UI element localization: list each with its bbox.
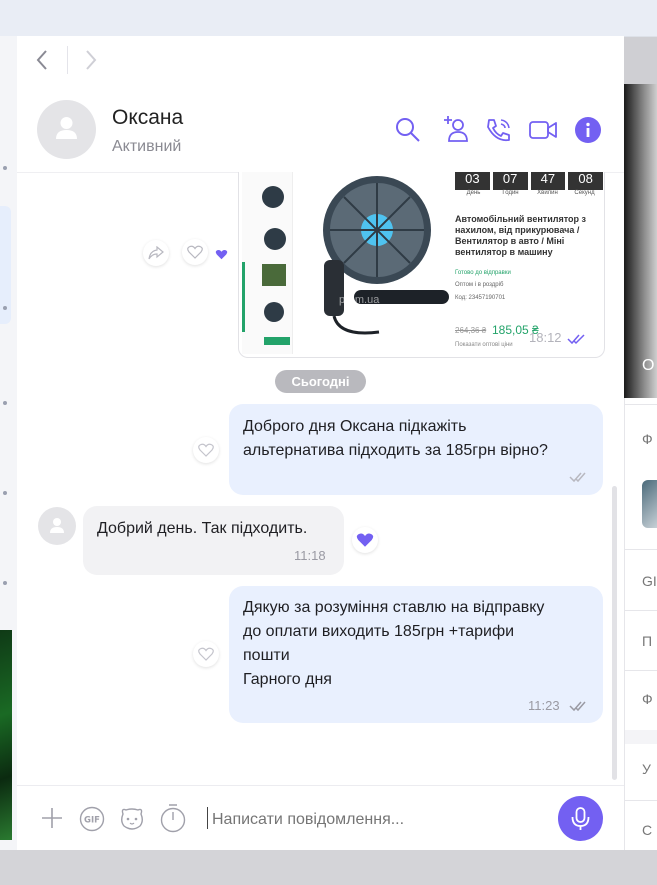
thumbnail: [264, 228, 286, 250]
plus-icon[interactable]: [41, 807, 63, 834]
divider: [625, 800, 657, 801]
list-dot: [3, 306, 7, 310]
info-panel-item[interactable]: Ф: [642, 691, 653, 707]
old-price: 264,36 ₴: [455, 326, 487, 335]
svg-text:GIF: GIF: [84, 816, 100, 826]
timer-seconds: 08: [568, 172, 603, 190]
timer-label: Хвилин: [537, 190, 558, 196]
user-icon: [56, 117, 77, 139]
user-icon: [50, 518, 64, 533]
nav-divider: [67, 46, 68, 74]
message-text: Дякую за розуміння ставлю на відправку д…: [243, 599, 545, 688]
date-separator: Сьогодні: [275, 370, 366, 393]
search-icon[interactable]: [394, 116, 422, 149]
product-code: Код: 23457190701: [455, 295, 506, 301]
timer-label: День: [466, 190, 481, 196]
divider: [625, 670, 657, 671]
chevron-right-icon[interactable]: [84, 49, 98, 76]
wholesale-label: Оптом і в роздріб: [455, 282, 504, 288]
heart-outline-icon: [187, 245, 203, 259]
like-button[interactable]: [193, 437, 219, 463]
sticker-icon[interactable]: [118, 805, 146, 838]
thumbnail: [262, 186, 284, 208]
product-image-message[interactable]: 03 07 47 08 День Годин Хвилин Секунд Авт…: [238, 172, 605, 358]
message-text: Доброго дня Оксана підкажіть альтернатив…: [243, 418, 548, 459]
divider: [625, 610, 657, 611]
list-dot: [3, 491, 7, 495]
taskbar-area: [0, 850, 657, 885]
sender-avatar[interactable]: [38, 507, 76, 545]
thumb-nav: [264, 337, 290, 345]
info-panel-item[interactable]: П: [642, 633, 652, 649]
navigation-bar: [17, 36, 624, 85]
read-check-icon: [567, 332, 587, 350]
heart-filled-icon: [356, 533, 374, 547]
contact-name[interactable]: Оксана: [112, 106, 183, 130]
thumbnail: [264, 302, 284, 322]
sent-check-icon: [569, 470, 587, 488]
show-wholesale-link: Показати оптові ціни: [455, 342, 513, 348]
text-cursor: [207, 807, 208, 829]
chat-list-thumbnail: [0, 630, 12, 840]
watermark: prom.ua: [339, 294, 380, 306]
product-title: Автомобільний вентилятор з нахилом, від …: [455, 214, 586, 257]
divider: [625, 404, 657, 405]
heart-outline-icon: [198, 647, 214, 661]
list-dot: [3, 581, 7, 585]
timer-label: Секунд: [574, 190, 595, 196]
info-panel-photo: O: [624, 84, 657, 398]
list-dot: [3, 166, 7, 170]
timer-label: Годин: [502, 190, 519, 196]
contact-avatar[interactable]: [37, 100, 96, 159]
message-text: Добрий день. Так підходить.: [97, 520, 308, 537]
share-arrow-icon: [148, 246, 164, 260]
info-panel-item[interactable]: У: [642, 761, 651, 777]
fan-image: [323, 176, 449, 335]
message-composer: GIF: [17, 785, 624, 851]
divider: [625, 549, 657, 550]
like-button[interactable]: [193, 641, 219, 667]
window-top-bar: [0, 0, 657, 37]
info-panel-item[interactable]: Ф: [642, 431, 653, 447]
like-button[interactable]: [182, 239, 208, 265]
message-time: 18:12: [529, 330, 562, 345]
gif-icon[interactable]: GIF: [79, 806, 105, 837]
message-time: 11:18: [294, 548, 326, 563]
thumb-accent: [242, 262, 245, 332]
video-call-icon[interactable]: [528, 118, 558, 147]
info-panel-item[interactable]: С: [642, 822, 652, 838]
list-dot: [3, 401, 7, 405]
voice-message-button[interactable]: [558, 796, 603, 841]
microphone-icon: [571, 807, 590, 830]
read-check-icon: [569, 699, 587, 717]
message-time: 11:23: [528, 698, 560, 713]
incoming-message[interactable]: Добрий день. Так підходить. 11:18: [83, 506, 344, 575]
heart-outline-icon: [198, 443, 214, 457]
ready-label: Готово до відправки: [455, 270, 511, 276]
add-participant-icon[interactable]: [440, 114, 470, 149]
heart-filled-icon: [215, 247, 228, 265]
info-panel-item[interactable]: GI: [642, 573, 657, 589]
timer-days: 03: [455, 172, 490, 190]
timer-hours: 07: [492, 172, 528, 190]
chevron-left-icon[interactable]: [35, 49, 49, 76]
outgoing-message[interactable]: Дякую за розуміння ставлю на відправку д…: [229, 586, 603, 723]
section-gap: [625, 730, 657, 744]
timer-labels: День Годин Хвилин Секунд: [455, 190, 603, 196]
outgoing-message[interactable]: Доброго дня Оксана підкажіть альтернатив…: [229, 404, 603, 495]
liked-button[interactable]: [352, 527, 378, 553]
media-thumbnail[interactable]: [642, 480, 657, 528]
thumbnail: [262, 264, 286, 286]
message-input[interactable]: [210, 806, 554, 834]
info-icon[interactable]: [575, 117, 601, 148]
timer-minutes: 47: [530, 172, 566, 190]
contact-status: Активний: [112, 138, 182, 155]
info-panel-overlay-text: O: [642, 357, 655, 374]
scrollbar[interactable]: [612, 486, 617, 780]
thumbnail-column: [242, 172, 293, 354]
timer-icon[interactable]: [159, 802, 187, 839]
call-icon[interactable]: [484, 116, 512, 149]
countdown-timer: 03 07 47 08: [455, 172, 603, 190]
forward-button[interactable]: [143, 240, 169, 266]
